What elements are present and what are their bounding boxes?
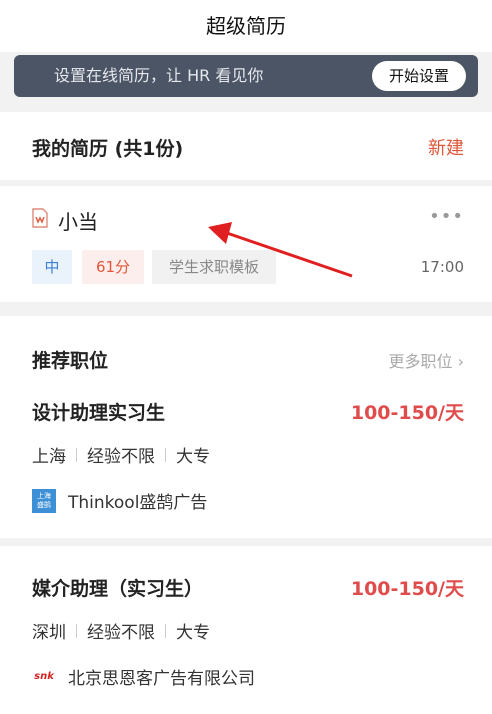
job-salary: 100-150/天 (350, 402, 464, 424)
page-title: 超级简历 (206, 14, 286, 38)
job-meta: 上海 经验不限 大专 (32, 442, 210, 467)
divider (165, 623, 166, 638)
resume-time: 17:00 (420, 258, 464, 276)
resume-name: 小当 (58, 210, 98, 234)
company-row: snk 北京思恩客广告有限公司 (32, 664, 255, 689)
jobs-section-title: 推荐职位 (32, 350, 109, 372)
job-city: 深圳 (32, 623, 66, 643)
template-badge: 学生求职模板 (152, 250, 276, 284)
score-badge: 61分 (82, 250, 144, 284)
setup-banner: 设置在线简历，让 HR 看见你 开始设置 (14, 55, 478, 97)
divider (76, 447, 77, 462)
job-item[interactable]: 媒介助理（实习生） 100-150/天 深圳 经验不限 大专 snk 北京思恩客… (0, 546, 492, 714)
resume-card[interactable]: 小当 ••• 中 61分 学生求职模板 17:00 (0, 186, 492, 302)
recommended-jobs-section: 推荐职位 更多职位 › 设计助理实习生 100-150/天 上海 经验不限 大专… (0, 316, 492, 538)
start-setup-button[interactable]: 开始设置 (372, 61, 466, 91)
resume-section-header: 我的简历 (共1份) 新建 (0, 112, 492, 180)
top-bar: 超级简历 (0, 0, 492, 52)
new-resume-button[interactable]: 新建 (428, 134, 464, 160)
company-name: 北京思恩客广告有限公司 (68, 669, 255, 689)
job-education: 大专 (176, 623, 210, 643)
job-experience: 经验不限 (87, 447, 155, 467)
document-icon (32, 208, 48, 228)
job-salary: 100-150/天 (350, 578, 464, 600)
job-experience: 经验不限 (87, 623, 155, 643)
company-row: 上海 盛鹄 Thinkool盛鹄广告 (32, 488, 207, 513)
company-logo-text: 上海 盛鹄 (37, 491, 51, 509)
more-options-icon[interactable]: ••• (429, 206, 464, 227)
company-logo: snk (32, 665, 56, 689)
job-title: 媒介助理（实习生） (32, 578, 204, 600)
company-name: Thinkool盛鹄广告 (68, 493, 208, 513)
job-city: 上海 (32, 447, 66, 467)
banner-text: 设置在线简历，让 HR 看见你 (54, 66, 264, 85)
divider (76, 623, 77, 638)
divider (165, 447, 166, 462)
job-education: 大专 (176, 447, 210, 467)
company-logo: 上海 盛鹄 (32, 488, 56, 513)
job-title: 设计助理实习生 (32, 402, 166, 424)
resume-section-title: 我的简历 (共1份) (32, 138, 184, 160)
more-jobs-link[interactable]: 更多职位 › (389, 348, 465, 372)
job-meta: 深圳 经验不限 大专 (32, 618, 210, 643)
level-badge: 中 (32, 250, 72, 284)
company-logo-text: snk (34, 671, 54, 682)
